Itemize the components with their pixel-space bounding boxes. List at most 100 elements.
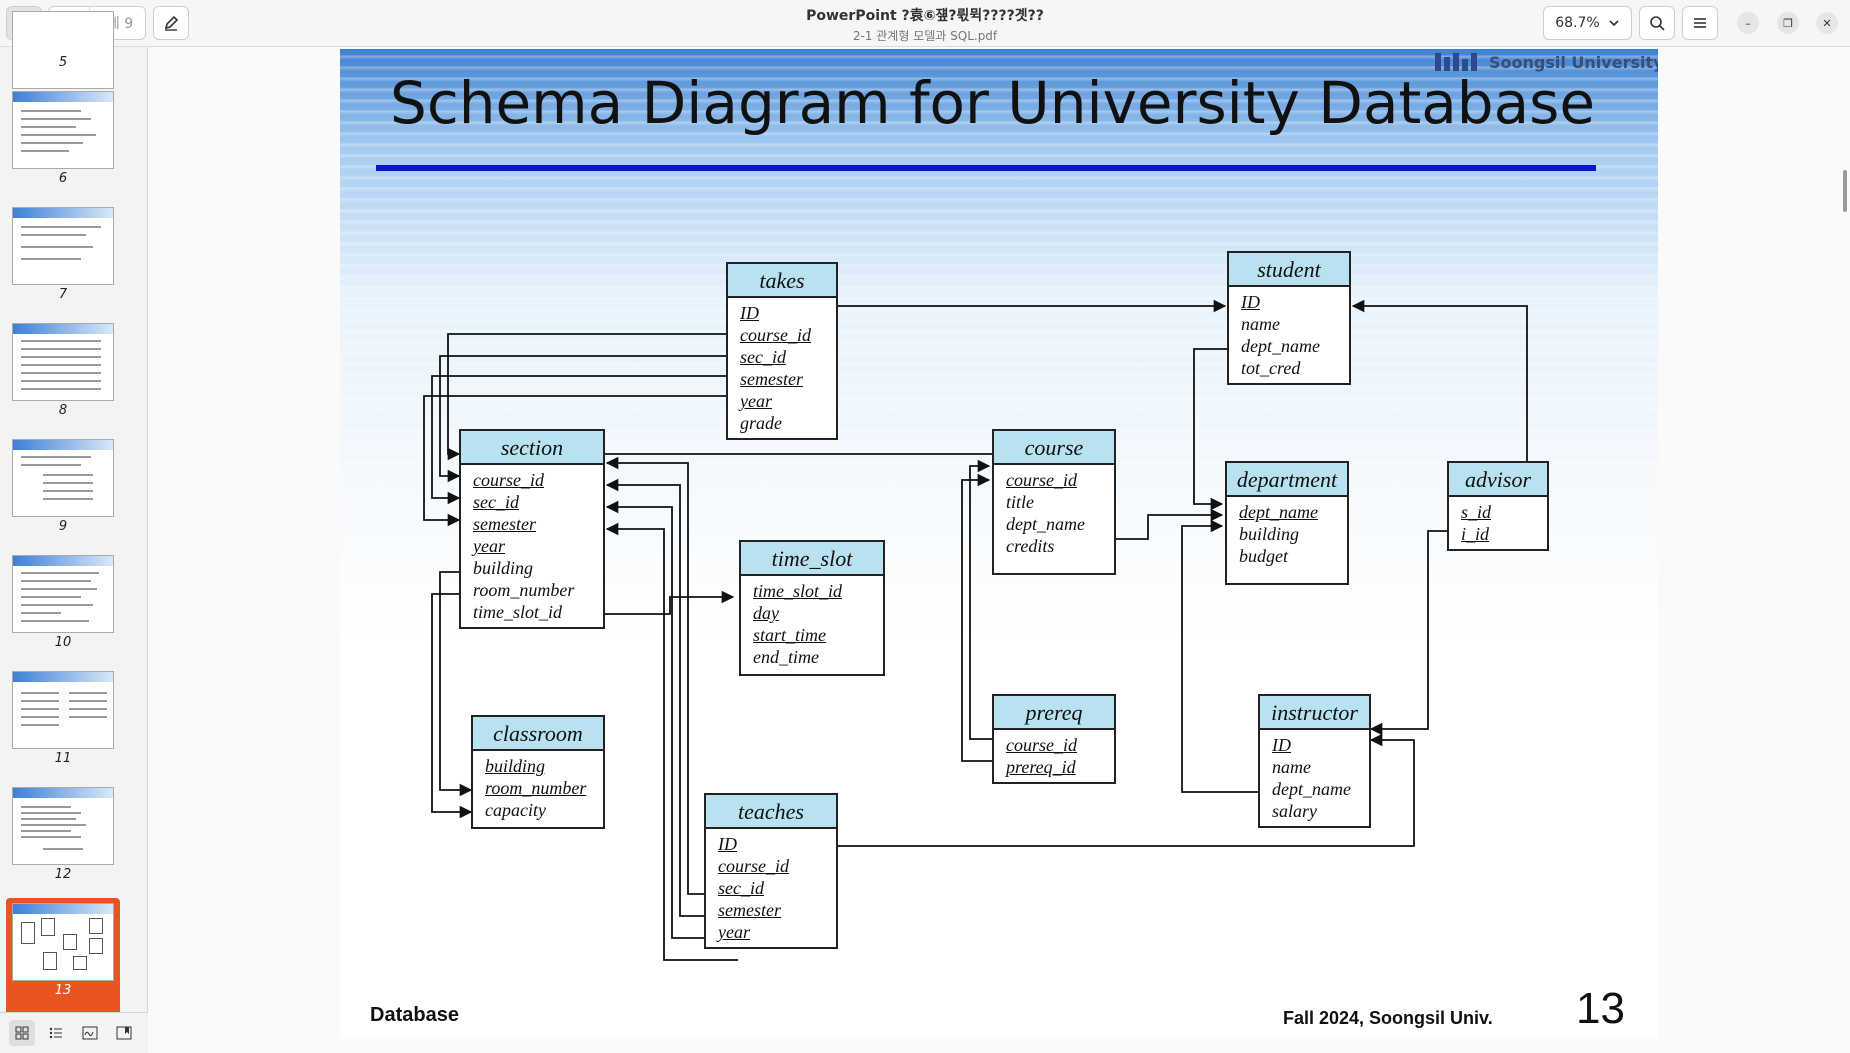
- thumbnail-label: 13: [54, 983, 72, 998]
- attr-course-title: title: [1006, 492, 1034, 512]
- table-prereq: prereq course_id prereq_id: [992, 694, 1116, 784]
- attr-instructor-dept-name: dept_name: [1272, 779, 1351, 799]
- pdf-page: Soongsil University Schema Diagram for U…: [340, 49, 1658, 1039]
- attr-student-dept-name: dept_name: [1241, 336, 1320, 356]
- attr-student-tot-cred: tot_cred: [1241, 358, 1301, 378]
- close-icon: ✕: [1822, 16, 1832, 30]
- minimize-icon: –: [1745, 16, 1751, 30]
- attr-time-slot-day: day: [753, 603, 779, 623]
- grid-icon: [15, 1026, 29, 1040]
- thumbnail-label: 8: [58, 403, 68, 418]
- outline-view-button[interactable]: [43, 1020, 69, 1046]
- chevron-down-icon: [1609, 20, 1619, 27]
- table-prereq-name: prereq: [994, 696, 1114, 730]
- table-instructor-name: instructor: [1260, 696, 1369, 730]
- table-advisor: advisor s_id i_id: [1447, 461, 1549, 551]
- attr-student-id: ID: [1241, 292, 1260, 312]
- attr-takes-year: year: [740, 391, 772, 411]
- attr-prereq-prereq-id: prereq_id: [1006, 757, 1076, 777]
- table-classroom: classroom building room_number capacity: [471, 715, 605, 829]
- table-takes: takes ID course_id sec_id semester year …: [726, 262, 838, 440]
- thumbnail-label: 7: [58, 287, 68, 302]
- restore-button[interactable]: ❐: [1777, 12, 1799, 34]
- attr-advisor-s-id: s_id: [1461, 502, 1492, 522]
- attr-section-course-id: course_id: [473, 470, 544, 490]
- attr-instructor-name: name: [1272, 757, 1311, 777]
- thumbnail-view-button[interactable]: [9, 1020, 35, 1046]
- attr-teaches-course-id: course_id: [718, 856, 789, 876]
- close-button[interactable]: ✕: [1816, 12, 1838, 34]
- slide-footer-term: Fall 2024, Soongsil Univ.: [1283, 1008, 1493, 1028]
- restore-icon: ❐: [1783, 16, 1793, 30]
- window-subtitle: 2-1 관계형 모델과 SQL.pdf: [852, 29, 998, 43]
- attr-course-dept-name: dept_name: [1006, 514, 1085, 534]
- vertical-scrollbar[interactable]: [1843, 170, 1847, 212]
- attr-section-room-number: room_number: [473, 580, 575, 600]
- pen-icon: [164, 15, 179, 31]
- table-teaches-name: teaches: [706, 795, 836, 829]
- thumbnail-label: 11: [54, 751, 72, 766]
- thumbnail-page-10[interactable]: [12, 555, 114, 633]
- table-course-name: course: [994, 431, 1114, 465]
- annotate-button[interactable]: [153, 6, 189, 40]
- thumbnail-label: 10: [54, 635, 72, 650]
- zoom-dropdown[interactable]: 68.7%: [1543, 6, 1632, 40]
- thumbnail-page-13[interactable]: [12, 903, 114, 981]
- attr-classroom-building: building: [485, 756, 546, 776]
- thumbnail-page-5[interactable]: [12, 11, 114, 89]
- thumbnail-label: 12: [54, 867, 72, 882]
- table-section: section course_id sec_id semester year b…: [459, 429, 605, 629]
- attr-instructor-id: ID: [1272, 735, 1291, 755]
- attr-department-building: building: [1239, 524, 1300, 544]
- list-icon: [49, 1027, 62, 1039]
- minimize-button[interactable]: –: [1737, 12, 1759, 34]
- thumbnail-label: 9: [58, 519, 68, 534]
- zoom-value: 68.7%: [1555, 15, 1600, 31]
- attr-classroom-capacity: capacity: [485, 800, 546, 820]
- attr-section-semester: semester: [473, 514, 536, 534]
- attr-takes-course-id: course_id: [740, 325, 811, 345]
- table-takes-name: takes: [728, 264, 836, 298]
- attr-advisor-i-id: i_id: [1461, 524, 1490, 544]
- annotations-view-button[interactable]: [77, 1020, 103, 1046]
- table-course: course course_id title dept_name credits: [992, 429, 1116, 575]
- table-time-slot-name: time_slot: [741, 542, 883, 576]
- table-advisor-name: advisor: [1449, 463, 1547, 497]
- attr-teaches-sec-id: sec_id: [718, 878, 764, 898]
- thumbnail-label: 6: [58, 171, 68, 186]
- table-department-name: department: [1227, 463, 1347, 497]
- thumbnail-page-12[interactable]: [12, 787, 114, 865]
- attr-course-course-id: course_id: [1006, 470, 1077, 490]
- thumbnail-page-7[interactable]: [12, 207, 114, 285]
- slide-footer-course: Database: [370, 1004, 459, 1026]
- attr-classroom-room-number: room_number: [485, 778, 587, 798]
- thumbnail-page-11[interactable]: [12, 671, 114, 749]
- table-instructor: instructor ID name dept_name salary: [1258, 694, 1371, 828]
- attr-teaches-year: year: [718, 922, 750, 942]
- attr-takes-sec-id: sec_id: [740, 347, 786, 367]
- attr-student-name: name: [1241, 314, 1280, 334]
- attr-time-slot-end-time: end_time: [753, 647, 819, 667]
- attr-section-building: building: [473, 558, 534, 578]
- slide-page-number: 13: [1576, 984, 1625, 1033]
- bookmarks-view-button[interactable]: [111, 1020, 137, 1046]
- menu-button[interactable]: [1682, 6, 1718, 40]
- thumbnail-page-9[interactable]: [12, 439, 114, 517]
- attr-teaches-semester: semester: [718, 900, 781, 920]
- attr-section-year: year: [473, 536, 505, 556]
- window-title: PowerPoint ?袁⑥쟾?뤿뮉????곗??: [806, 8, 1044, 24]
- attr-prereq-course-id: course_id: [1006, 735, 1077, 755]
- table-time-slot: time_slot time_slot_id day start_time en…: [739, 540, 885, 676]
- hamburger-icon: [1694, 18, 1706, 28]
- header-bar: 13 전체 9 PowerPoint ?袁⑥쟾?뤿뮉????곗?? 2-1 관계…: [0, 0, 1850, 47]
- table-classroom-name: classroom: [473, 717, 603, 751]
- attr-section-time-slot-id: time_slot_id: [473, 602, 562, 622]
- thumbnail-page-6[interactable]: [12, 91, 114, 169]
- thumbnail-page-8[interactable]: [12, 323, 114, 401]
- table-department: department dept_name building budget: [1225, 461, 1349, 585]
- attr-time-slot-time-slot-id: time_slot_id: [753, 581, 842, 601]
- attr-time-slot-start-time: start_time: [753, 625, 827, 645]
- thumbnail-sidebar: 5 6 7 8 9 10 11 12 13: [0, 11, 148, 1053]
- search-button[interactable]: [1639, 6, 1675, 40]
- search-icon: [1650, 16, 1665, 31]
